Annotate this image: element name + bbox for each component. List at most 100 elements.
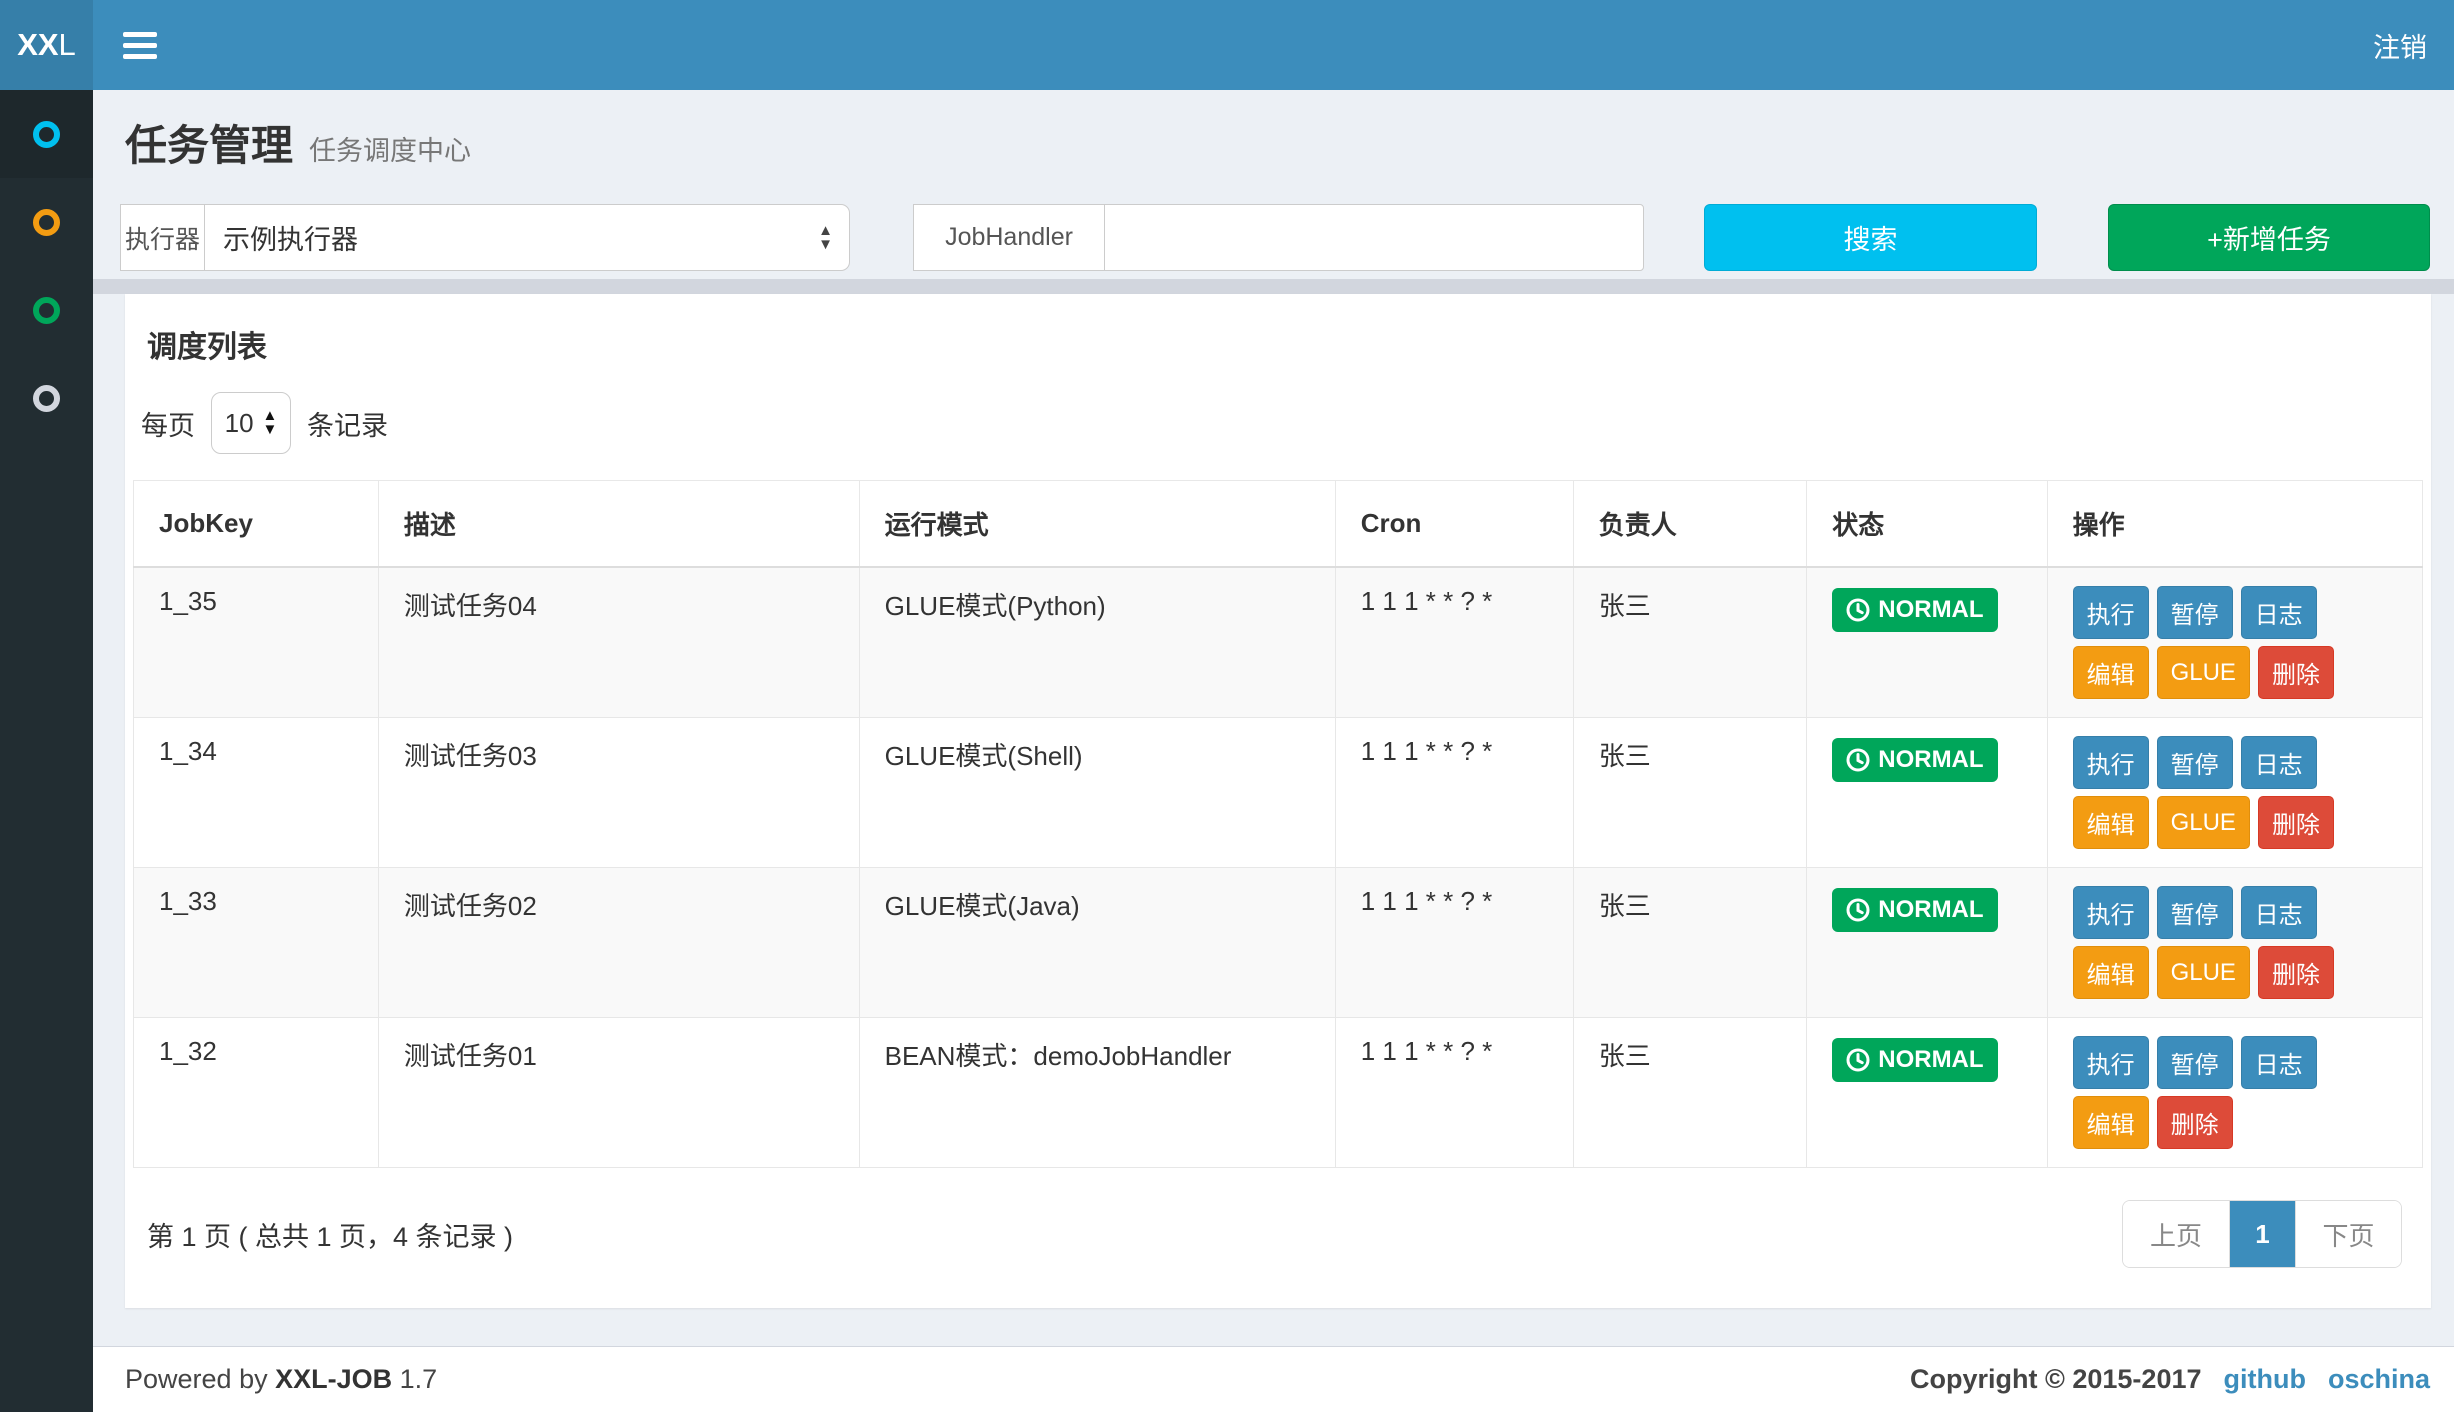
clock-icon <box>1846 598 1870 622</box>
pagination-row: 第 1 页 ( 总共 1 页，4 条记录 ) 上页 1 下页 <box>133 1168 2423 1268</box>
cron-cell: 1 1 1 * * ? * <box>1335 718 1573 868</box>
owner-cell: 张三 <box>1573 567 1806 718</box>
github-link[interactable]: github <box>2224 1364 2306 1395</box>
action-execute-button[interactable]: 执行 <box>2073 886 2149 939</box>
page-size-select[interactable]: 10 ▲▼ <box>211 392 291 454</box>
select-arrows-icon: ▲▼ <box>263 409 278 437</box>
action-log-button[interactable]: 日志 <box>2241 886 2317 939</box>
action-pause-button[interactable]: 暂停 <box>2157 736 2233 789</box>
jobhandler-label: JobHandler <box>913 204 1105 271</box>
page-size-value: 10 <box>225 408 254 439</box>
column-header: 操作 <box>2047 481 2422 568</box>
action-execute-button[interactable]: 执行 <box>2073 586 2149 639</box>
page-size-suffix: 条记录 <box>307 404 388 443</box>
sidebar-toggle-button[interactable] <box>93 0 187 90</box>
executor-label: 执行器 <box>120 204 205 271</box>
table-header-row: JobKey描述运行模式Cron负责人状态操作 <box>134 481 2423 568</box>
pagination-summary: 第 1 页 ( 总共 1 页，4 条记录 ) <box>141 1215 513 1254</box>
mode-cell: GLUE模式(Shell) <box>859 718 1335 868</box>
action-glue-button[interactable]: GLUE <box>2157 796 2250 849</box>
cron-cell: 1 1 1 * * ? * <box>1335 868 1573 1018</box>
status-text: NORMAL <box>1878 896 1983 924</box>
column-header: 负责人 <box>1573 481 1806 568</box>
sidebar-item-dispatch-log[interactable] <box>0 266 93 354</box>
action-delete-button[interactable]: 删除 <box>2258 646 2334 699</box>
status-badge: NORMAL <box>1832 738 1997 782</box>
jobhandler-input[interactable] <box>1104 204 1644 271</box>
circle-icon <box>33 385 60 412</box>
action-log-button[interactable]: 日志 <box>2241 586 2317 639</box>
mode-cell: GLUE模式(Python) <box>859 567 1335 718</box>
action-pause-button[interactable]: 暂停 <box>2157 1036 2233 1089</box>
add-job-button[interactable]: +新增任务 <box>2108 204 2430 271</box>
top-navbar: XXL 注销 <box>0 0 2454 90</box>
action-edit-button[interactable]: 编辑 <box>2073 796 2149 849</box>
logo-bold-text: XX <box>17 27 58 63</box>
page-title: 任务管理 任务调度中心 <box>125 112 2422 173</box>
footer-right: Copyright © 2015-2017 github oschina <box>1910 1364 2430 1395</box>
page-subtitle: 任务调度中心 <box>309 129 471 168</box>
status-badge: NORMAL <box>1832 588 1997 632</box>
panel-top-shadow <box>93 279 2454 294</box>
powered-prefix: Powered by <box>125 1364 268 1394</box>
sidebar-item-job-manage[interactable] <box>0 90 93 178</box>
search-button[interactable]: 搜索 <box>1704 204 2037 271</box>
logout-link[interactable]: 注销 <box>2346 0 2454 90</box>
jobkey-cell: 1_33 <box>134 868 379 1018</box>
sidebar-item-help[interactable] <box>0 354 93 442</box>
action-glue-button[interactable]: GLUE <box>2157 946 2250 999</box>
action-edit-button[interactable]: 编辑 <box>2073 646 2149 699</box>
table-row: 1_33测试任务02GLUE模式(Java)1 1 1 * * ? *张三NOR… <box>134 868 2423 1018</box>
desc-cell: 测试任务04 <box>378 567 859 718</box>
main-footer: Powered by XXL-JOB 1.7 Copyright © 2015-… <box>93 1346 2454 1412</box>
copyright-text: Copyright © 2015-2017 <box>1910 1364 2202 1395</box>
status-badge: NORMAL <box>1832 888 1997 932</box>
status-cell: NORMAL <box>1807 868 2047 1018</box>
action-execute-button[interactable]: 执行 <box>2073 1036 2149 1089</box>
executor-filter-group: 执行器 示例执行器 ▲▼ <box>120 204 850 271</box>
action-log-button[interactable]: 日志 <box>2241 1036 2317 1089</box>
action-pause-button[interactable]: 暂停 <box>2157 886 2233 939</box>
jobkey-cell: 1_32 <box>134 1018 379 1168</box>
oschina-link[interactable]: oschina <box>2328 1364 2430 1395</box>
action-log-button[interactable]: 日志 <box>2241 736 2317 789</box>
cron-cell: 1 1 1 * * ? * <box>1335 567 1573 718</box>
column-header: 运行模式 <box>859 481 1335 568</box>
filter-toolbar: 执行器 示例执行器 ▲▼ JobHandler 搜索 +新增任务 <box>120 204 2430 271</box>
status-cell: NORMAL <box>1807 567 2047 718</box>
clock-icon <box>1846 1048 1870 1072</box>
action-delete-button[interactable]: 删除 <box>2258 946 2334 999</box>
column-header: 状态 <box>1807 481 2047 568</box>
sidebar-nav <box>0 90 93 1412</box>
circle-icon <box>33 209 60 236</box>
executor-select[interactable]: 示例执行器 ▲▼ <box>204 204 850 271</box>
circle-icon <box>33 297 60 324</box>
cron-cell: 1 1 1 * * ? * <box>1335 1018 1573 1168</box>
jobkey-cell: 1_35 <box>134 567 379 718</box>
action-glue-button[interactable]: GLUE <box>2157 646 2250 699</box>
status-badge: NORMAL <box>1832 1038 1997 1082</box>
app-logo[interactable]: XXL <box>0 0 93 90</box>
select-arrows-icon: ▲▼ <box>818 224 833 252</box>
desc-cell: 测试任务01 <box>378 1018 859 1168</box>
content-area: 任务管理 任务调度中心 执行器 示例执行器 ▲▼ JobHandler 搜索 +… <box>93 90 2454 1346</box>
current-page-button[interactable]: 1 <box>2229 1201 2295 1267</box>
prev-page-button[interactable]: 上页 <box>2123 1201 2229 1267</box>
action-pause-button[interactable]: 暂停 <box>2157 586 2233 639</box>
page-size-prefix: 每页 <box>141 404 195 443</box>
next-page-button[interactable]: 下页 <box>2295 1201 2401 1267</box>
action-edit-button[interactable]: 编辑 <box>2073 946 2149 999</box>
logo-light-text: L <box>59 27 76 63</box>
column-header: 描述 <box>378 481 859 568</box>
owner-cell: 张三 <box>1573 1018 1806 1168</box>
content-header: 任务管理 任务调度中心 <box>93 90 2454 187</box>
schedule-list-panel: 调度列表 每页 10 ▲▼ 条记录 JobKey描述运行模式Cron负责人状态操… <box>125 294 2431 1308</box>
action-delete-button[interactable]: 删除 <box>2258 796 2334 849</box>
action-execute-button[interactable]: 执行 <box>2073 736 2149 789</box>
sidebar-item-executor-manage[interactable] <box>0 178 93 266</box>
action-delete-button[interactable]: 删除 <box>2157 1096 2233 1149</box>
clock-icon <box>1846 898 1870 922</box>
status-cell: NORMAL <box>1807 718 2047 868</box>
action-edit-button[interactable]: 编辑 <box>2073 1096 2149 1149</box>
status-cell: NORMAL <box>1807 1018 2047 1168</box>
